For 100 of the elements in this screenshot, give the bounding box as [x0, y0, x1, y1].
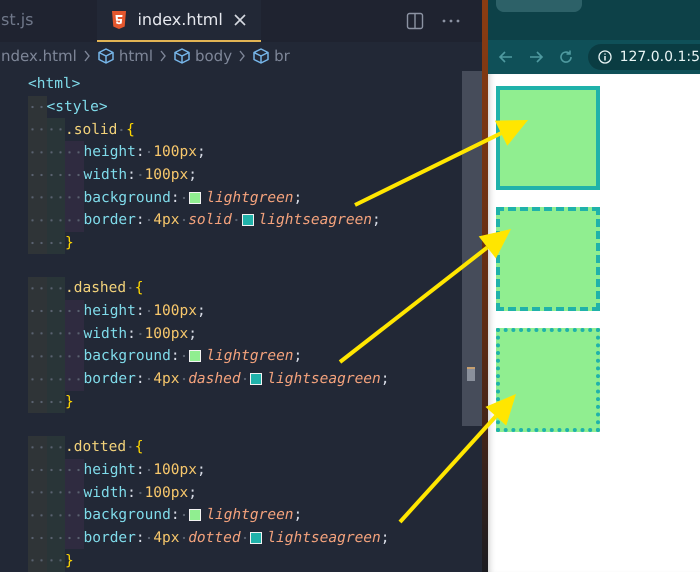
code-token: ;	[188, 166, 197, 183]
split-editor-icon	[406, 12, 424, 30]
code-token: 100px	[144, 326, 188, 342]
indent-guide	[46, 277, 65, 300]
indent-guide	[28, 436, 46, 459]
code-token: height	[84, 462, 136, 478]
code-token: width	[84, 484, 128, 501]
code-token: :	[136, 530, 145, 546]
code-token: {	[126, 122, 135, 138]
code-token: 100px	[153, 144, 197, 160]
code-token: 4px	[153, 371, 180, 388]
code-token: background	[84, 348, 171, 364]
code-token: border	[84, 530, 136, 546]
code-token: ;	[294, 348, 302, 364]
back-icon	[498, 49, 514, 65]
code-token: height	[84, 144, 136, 160]
code-token: border	[84, 371, 136, 388]
code-token: :	[127, 326, 136, 342]
code-token: lightseagreen	[267, 371, 381, 388]
code-token: 4px	[153, 212, 180, 228]
reload-icon	[558, 49, 574, 65]
code-token: :	[170, 190, 180, 206]
code-token: :	[136, 303, 145, 320]
code-token: width	[84, 166, 128, 183]
indent-guide	[65, 300, 84, 322]
indent-guide	[46, 436, 65, 459]
code-token: .dashed	[65, 280, 126, 296]
cube-icon	[252, 47, 270, 66]
code-token: lightgreen	[206, 507, 294, 524]
code-token: ;	[380, 371, 390, 388]
chevron-icon	[158, 50, 167, 62]
code-token: <html>	[28, 76, 80, 92]
breadcrumb-item[interactable]: ndex.html	[1, 47, 77, 66]
code-token: dotted	[188, 530, 241, 546]
indent-guide	[65, 458, 84, 482]
code-token: ;	[294, 190, 302, 206]
editor-tab[interactable]: index.html	[97, 0, 261, 42]
code-token: 100px	[153, 303, 197, 320]
html5-icon	[111, 10, 128, 29]
code-token: {	[134, 439, 144, 456]
code-token: 100px	[144, 484, 188, 501]
breadcrumb-item[interactable]: br	[252, 47, 290, 66]
indent-guide	[46, 118, 65, 141]
indent-guide	[28, 96, 46, 118]
code-token: ;	[188, 326, 197, 342]
breadcrumb-item[interactable]: html	[96, 47, 153, 66]
code-token: background	[84, 507, 171, 524]
code-token: lightseagreen	[267, 530, 381, 546]
indent-guide	[65, 368, 84, 390]
cube-icon	[172, 47, 191, 66]
code-token: .solid	[65, 122, 118, 138]
code-token: :	[170, 348, 180, 364]
code-token: background	[84, 190, 171, 206]
code-token: }	[65, 552, 74, 569]
code-token: ;	[196, 303, 206, 320]
code-token: :	[136, 371, 145, 388]
code-token: :	[136, 144, 145, 160]
address-bar[interactable]: 127.0.0.1:5	[588, 44, 700, 70]
chevron-icon	[238, 50, 246, 62]
code-token: .dotted	[65, 439, 126, 456]
code-token: <style>	[46, 98, 108, 115]
code-token: :	[170, 507, 180, 524]
code-token: ;	[294, 507, 302, 524]
indent-guide	[65, 526, 84, 550]
scroll-marker	[466, 366, 475, 381]
code-token: }	[65, 394, 74, 410]
indent-guide	[28, 549, 46, 572]
code-token: solid	[188, 212, 232, 228]
code-token: 100px	[153, 462, 197, 478]
code-token: lightgreen	[206, 348, 294, 364]
scrollbar-thumb[interactable]	[462, 70, 482, 426]
code-token: ;	[188, 484, 197, 501]
indent-guide	[65, 209, 84, 232]
code-token: border	[84, 212, 136, 228]
code-token: {	[134, 280, 144, 296]
indent-guide	[28, 390, 46, 414]
code-token: height	[84, 303, 136, 320]
breadcrumb-item[interactable]: body	[172, 47, 232, 66]
info-icon	[598, 50, 612, 64]
close-icon	[232, 12, 247, 27]
indent-guide	[46, 549, 65, 572]
code-token: }	[65, 235, 74, 252]
code-token: ;	[196, 144, 206, 160]
more-icon	[442, 18, 460, 24]
code-token: :	[127, 484, 136, 501]
indent-guide	[28, 232, 46, 254]
code-token: 100px	[144, 166, 188, 183]
indent-guide	[28, 277, 46, 300]
code-token: ;	[196, 462, 206, 478]
cube-icon	[96, 47, 115, 66]
forward-icon	[528, 49, 544, 65]
code-token: dashed	[188, 371, 241, 388]
code-token: :	[136, 212, 145, 228]
code-token: width	[84, 326, 128, 342]
chevron-icon	[82, 50, 91, 62]
code-token: ;	[372, 212, 381, 228]
code-token: ;	[380, 530, 390, 546]
indent-guide	[46, 390, 65, 414]
code-token: 4px	[153, 530, 180, 546]
editor-tab[interactable]: st.js	[1, 0, 48, 42]
